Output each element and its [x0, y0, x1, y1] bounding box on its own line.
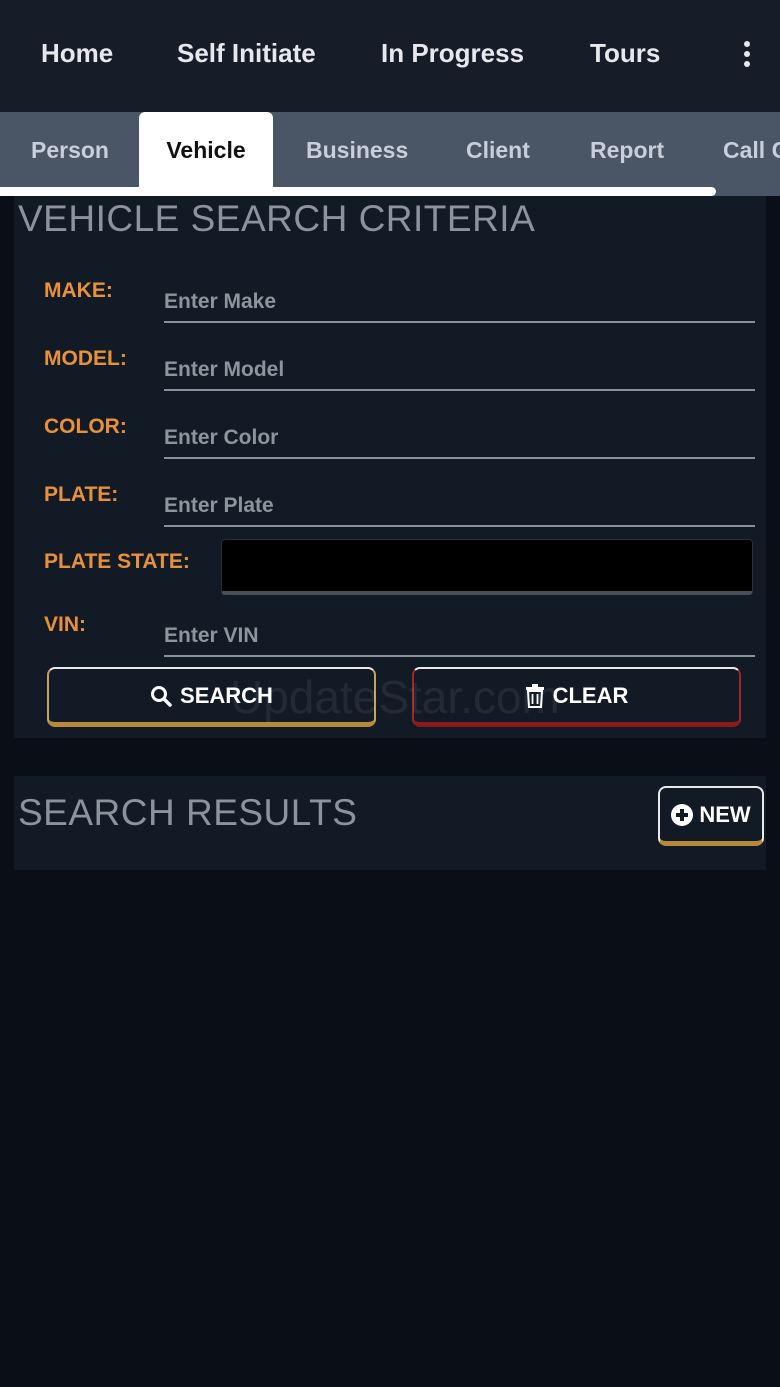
- results-title: SEARCH RESULTS: [18, 792, 358, 833]
- search-icon: [151, 685, 172, 707]
- clear-button-label: CLEAR: [552, 682, 629, 708]
- new-button-label: NEW: [699, 801, 751, 827]
- plus-circle-icon: [671, 803, 694, 826]
- nav-tours[interactable]: Tours: [590, 36, 660, 70]
- tab-vehicle[interactable]: Vehicle: [139, 112, 273, 188]
- search-button-label: SEARCH: [180, 682, 273, 708]
- clear-button[interactable]: CLEAR: [412, 667, 741, 727]
- vin-input[interactable]: [164, 617, 755, 657]
- tab-client[interactable]: Client: [466, 112, 530, 188]
- kebab-menu-icon[interactable]: [732, 38, 762, 70]
- nav-self-initiate[interactable]: Self Initiate: [177, 36, 316, 70]
- criteria-title: VEHICLE SEARCH CRITERIA: [18, 198, 536, 239]
- color-input[interactable]: [164, 419, 755, 459]
- nav-in-progress[interactable]: In Progress: [381, 36, 524, 70]
- plate-label: PLATE:: [44, 483, 119, 506]
- tab-call[interactable]: Call C: [723, 112, 780, 188]
- plate-input[interactable]: [164, 487, 755, 527]
- model-label: MODEL:: [44, 347, 127, 370]
- new-button[interactable]: NEW: [658, 786, 764, 846]
- top-nav-bar: Home Self Initiate In Progress Tours: [0, 0, 780, 112]
- tab-person[interactable]: Person: [31, 112, 109, 188]
- trash-icon: [525, 683, 544, 708]
- tab-scroll-indicator[interactable]: [0, 187, 716, 196]
- nav-home[interactable]: Home: [41, 36, 113, 70]
- tab-report[interactable]: Report: [590, 112, 664, 188]
- color-label: COLOR:: [44, 415, 127, 438]
- tab-bar: Person Vehicle Business Client Report Ca…: [0, 112, 780, 196]
- plate-state-label: PLATE STATE:: [44, 550, 190, 573]
- make-label: MAKE:: [44, 279, 113, 302]
- model-input[interactable]: [164, 351, 755, 391]
- plate-state-select[interactable]: [221, 539, 753, 595]
- make-input[interactable]: [164, 283, 755, 323]
- search-button[interactable]: SEARCH: [47, 667, 376, 727]
- tab-business[interactable]: Business: [306, 112, 408, 188]
- vin-label: VIN:: [44, 613, 86, 636]
